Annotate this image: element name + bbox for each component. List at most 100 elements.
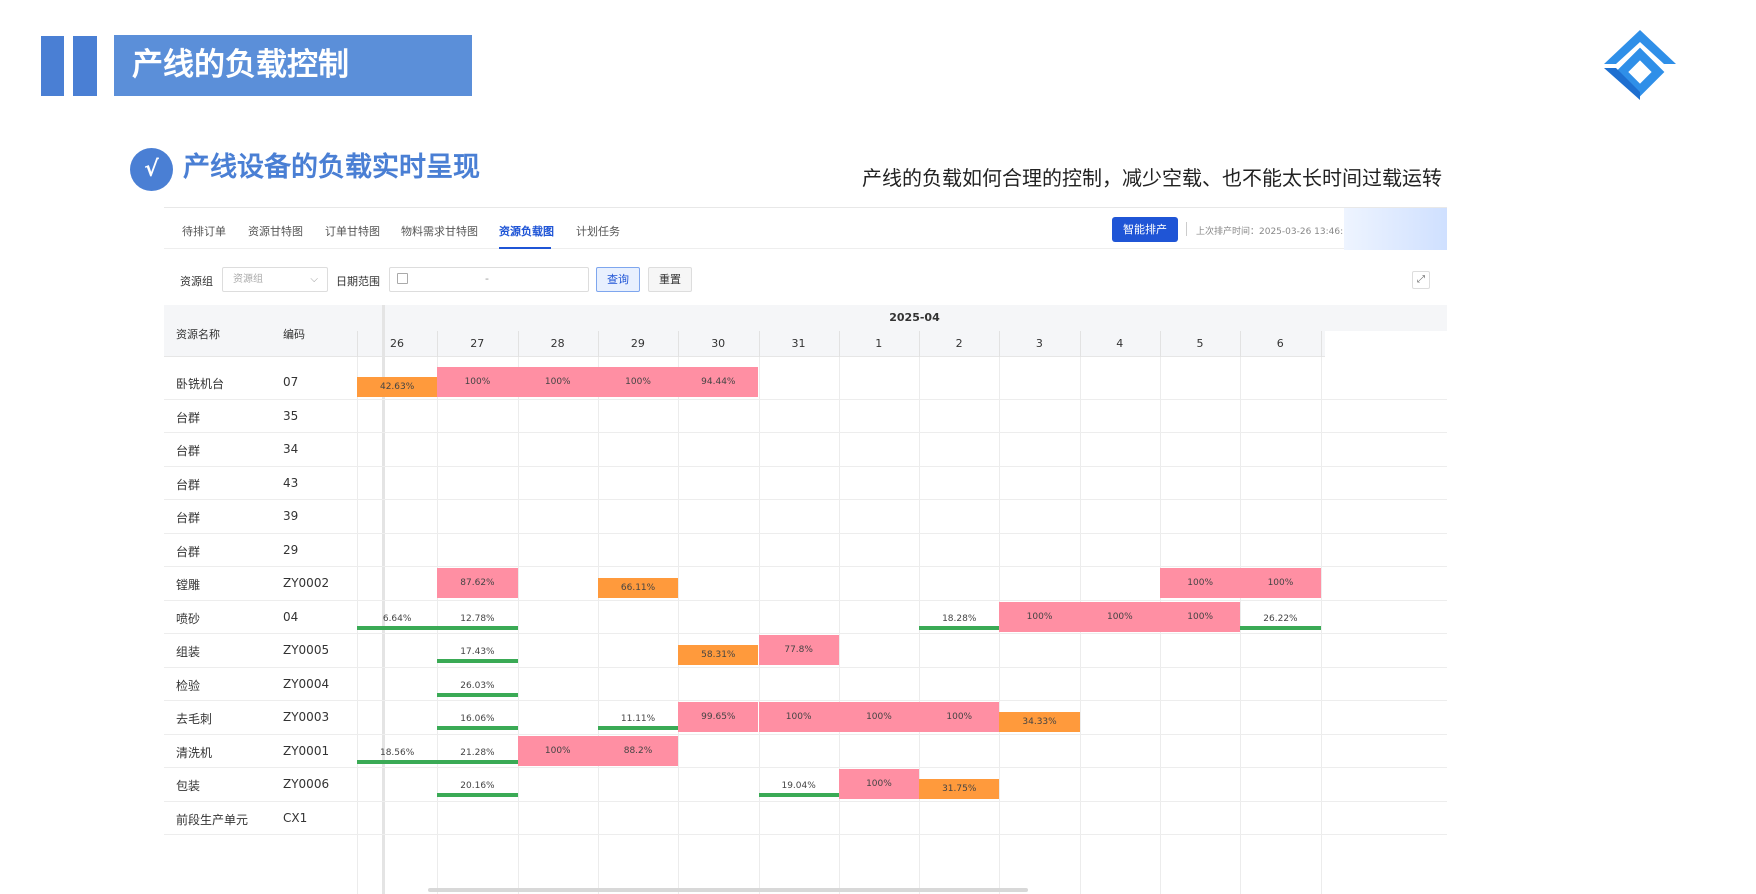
row-divider bbox=[164, 465, 1447, 467]
load-bar-overload[interactable]: 99.65% bbox=[678, 702, 759, 732]
divider bbox=[1186, 222, 1187, 236]
row-divider bbox=[164, 599, 1447, 601]
load-bar-overload[interactable]: 100% bbox=[1240, 568, 1321, 598]
resource-group-select[interactable]: 资源组 ⌵ bbox=[222, 267, 328, 292]
grid-line bbox=[357, 331, 358, 357]
tab-resource-gantt[interactable]: 资源甘特图 bbox=[248, 223, 303, 239]
load-bar-light[interactable] bbox=[919, 625, 1000, 630]
slide-title: 产线的负载控制 bbox=[114, 35, 472, 96]
top-nav: 待排订单 资源甘特图 订单甘特图 物料需求甘特图 资源负载图 计划任务 智能排产… bbox=[164, 207, 1447, 250]
day-header: 2 bbox=[914, 331, 1005, 357]
smart-schedule-button[interactable]: 智能排产 bbox=[1112, 217, 1178, 242]
day-header: 26 bbox=[352, 331, 442, 357]
load-bar-light[interactable] bbox=[437, 759, 518, 764]
load-bar-light[interactable] bbox=[437, 659, 518, 663]
load-bar-light[interactable] bbox=[597, 726, 679, 730]
load-bar-light[interactable] bbox=[437, 793, 518, 797]
grid-line bbox=[999, 331, 1001, 357]
load-bar-overload[interactable]: 100% bbox=[838, 702, 920, 732]
resource-name: 清洗机 bbox=[176, 745, 213, 760]
day-header: 29 bbox=[592, 331, 683, 357]
row-divider bbox=[164, 633, 1447, 634]
horizontal-scrollbar[interactable] bbox=[428, 888, 1028, 892]
filter-bar: 资源组 资源组 ⌵ 日期范围 - 查询 重置 ⤢ bbox=[164, 249, 1447, 305]
tab-pending-orders[interactable]: 待排订单 bbox=[182, 223, 226, 239]
tab-resource-load[interactable]: 资源负载图 bbox=[499, 223, 554, 239]
row-divider bbox=[164, 834, 1447, 835]
tab-order-gantt[interactable]: 订单甘特图 bbox=[325, 223, 380, 239]
grid-line bbox=[758, 357, 760, 894]
load-value: 18.28% bbox=[942, 613, 977, 624]
load-bar-overload[interactable]: 100% bbox=[999, 601, 1080, 632]
load-bar-medium[interactable]: 58.31% bbox=[678, 645, 759, 665]
row-divider bbox=[164, 566, 1447, 567]
tab-plan-tasks[interactable]: 计划任务 bbox=[576, 223, 620, 239]
resource-name: 检验 bbox=[176, 678, 201, 693]
load-bar-light[interactable] bbox=[357, 759, 438, 764]
load-value: 11.11% bbox=[620, 714, 656, 724]
load-bar-overload[interactable]: 94.44% bbox=[678, 367, 759, 397]
load-bar-light[interactable] bbox=[437, 726, 518, 730]
header-illustration bbox=[1344, 208, 1447, 250]
day-header: 1 bbox=[833, 331, 924, 357]
load-bar-overload[interactable]: 100% bbox=[1160, 601, 1241, 632]
load-bar-light[interactable] bbox=[357, 625, 438, 630]
load-bar-overload[interactable]: 100% bbox=[758, 702, 839, 732]
grid-line bbox=[678, 331, 680, 357]
resource-code: ZY0006 bbox=[283, 777, 330, 791]
load-bar-overload[interactable]: 100% bbox=[517, 367, 598, 397]
load-bar-overload[interactable]: 87.62% bbox=[437, 568, 518, 598]
load-bar-overload[interactable]: 100% bbox=[919, 702, 1000, 732]
load-bar-overload[interactable]: 100% bbox=[838, 769, 920, 799]
row-divider bbox=[164, 532, 1447, 534]
load-bar-overload[interactable]: 100% bbox=[597, 367, 679, 397]
check-icon: √ bbox=[130, 148, 173, 191]
load-bar-light[interactable] bbox=[758, 793, 839, 797]
load-value: 26.22% bbox=[1263, 613, 1298, 624]
load-bar-light[interactable] bbox=[437, 692, 518, 697]
load-bar-overload[interactable]: 88.2% bbox=[597, 735, 679, 766]
resource-name: 台群 bbox=[176, 410, 201, 425]
section-description: 产线的负载如何合理的控制，减少空载、也不能太长时间过载运转 bbox=[862, 166, 1442, 190]
resource-name: 卧铣机台 bbox=[176, 377, 225, 391]
resource-code: 35 bbox=[283, 408, 299, 423]
load-bar-overload[interactable]: 100% bbox=[1160, 568, 1241, 598]
row-divider bbox=[164, 666, 1447, 668]
row-divider bbox=[164, 432, 1447, 433]
load-bar-overload[interactable]: 100% bbox=[437, 367, 518, 397]
load-value: 26.03% bbox=[460, 680, 495, 691]
resource-code: 43 bbox=[283, 475, 299, 490]
grid-line bbox=[597, 331, 599, 357]
resource-code: 34 bbox=[283, 442, 299, 456]
grid-line bbox=[678, 357, 680, 894]
resource-code: 07 bbox=[283, 375, 299, 389]
resource-name: 包装 bbox=[176, 779, 201, 793]
fullscreen-icon[interactable]: ⤢ bbox=[1412, 271, 1430, 289]
grid-line bbox=[437, 331, 439, 357]
load-bar-medium[interactable]: 42.63% bbox=[357, 377, 438, 397]
day-header: 4 bbox=[1074, 331, 1165, 357]
query-button[interactable]: 查询 bbox=[596, 267, 640, 292]
resource-code: ZY0003 bbox=[283, 710, 330, 724]
calendar-icon bbox=[397, 273, 408, 284]
load-bar-medium[interactable]: 34.33% bbox=[999, 712, 1080, 732]
reset-button[interactable]: 重置 bbox=[648, 267, 692, 292]
col-code-header: 编码 bbox=[283, 328, 305, 341]
brand-logo-icon bbox=[1604, 30, 1676, 100]
load-bar-medium[interactable]: 31.75% bbox=[919, 779, 1000, 799]
load-value: 20.16% bbox=[460, 781, 495, 791]
load-bar-overload[interactable]: 100% bbox=[1079, 601, 1160, 632]
load-bar-medium[interactable]: 66.11% bbox=[597, 578, 679, 598]
load-bar-light[interactable] bbox=[437, 625, 518, 630]
tab-material-gantt[interactable]: 物料需求甘特图 bbox=[401, 223, 478, 239]
grid-line bbox=[517, 357, 519, 894]
date-range-picker[interactable]: - bbox=[389, 267, 589, 292]
resource-name: 镗雕 bbox=[176, 578, 201, 592]
row-divider bbox=[164, 800, 1447, 802]
load-bar-overload[interactable]: 100% bbox=[517, 735, 598, 766]
load-bar-overload[interactable]: 77.8% bbox=[758, 635, 839, 665]
load-bar-light[interactable] bbox=[1240, 625, 1321, 630]
last-schedule-time: 上次排产时间：2025-03-26 13:46:11 bbox=[1196, 227, 1355, 237]
chevron-down-icon: ⌵ bbox=[310, 274, 318, 285]
grid-line bbox=[517, 331, 519, 357]
